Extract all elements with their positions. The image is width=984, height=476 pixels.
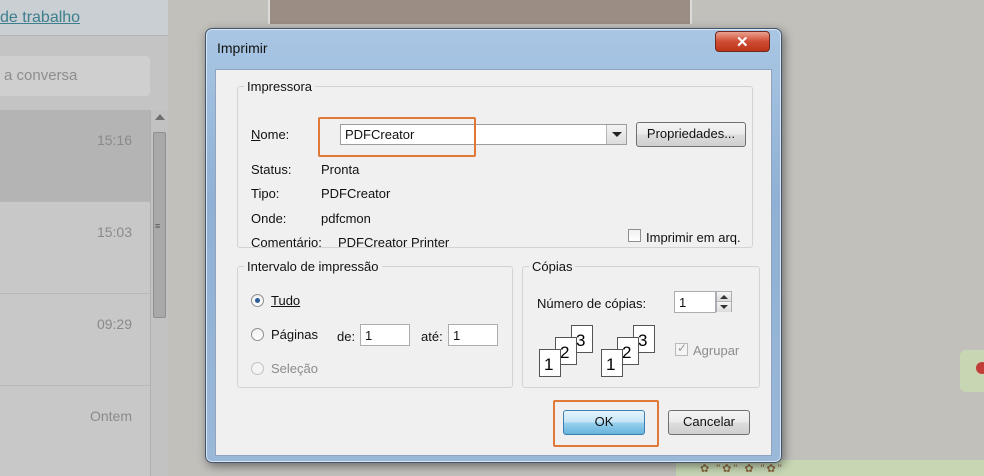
- spinner-up-button[interactable]: [717, 292, 731, 302]
- print-dialog: Imprimir ✕ Impressora Nome: PDFCreator P…: [205, 28, 782, 463]
- spinner-down-button[interactable]: [717, 302, 731, 312]
- collate-page-number: 2: [560, 343, 570, 362]
- printer-group-legend: Impressora: [244, 79, 316, 94]
- printer-dropdown-button[interactable]: [606, 125, 626, 144]
- range-from-input[interactable]: 1: [360, 324, 410, 346]
- grip-icon: ≡: [155, 221, 161, 231]
- range-all-label[interactable]: Tudo: [271, 293, 300, 308]
- collate-page-number: 3: [638, 331, 648, 350]
- conversation-item[interactable]: 15:03: [0, 202, 150, 294]
- comment-label: Comentário:: [251, 235, 322, 250]
- conversation-time: 15:03: [96, 224, 132, 240]
- range-from-value: 1: [365, 328, 373, 343]
- print-range-legend: Intervalo de impressão: [244, 259, 382, 274]
- collate-page-number: 2: [622, 343, 632, 362]
- copies-legend: Cópias: [529, 259, 576, 274]
- type-value: PDFCreator: [321, 186, 391, 201]
- range-all-radio[interactable]: [251, 294, 264, 307]
- sidebar-header: de trabalho: [0, 0, 168, 36]
- chevron-down-icon: [720, 305, 728, 309]
- conversation-item[interactable]: 09:29: [0, 294, 150, 386]
- copies-count-input[interactable]: 1: [674, 291, 716, 313]
- range-selection-radio: [251, 362, 264, 375]
- range-to-input[interactable]: 1: [448, 324, 498, 346]
- printer-name-label-rest: ome:: [260, 127, 290, 142]
- collate-page-number: 3: [576, 331, 586, 350]
- chat-photo: [268, 0, 692, 24]
- range-to-label: até:: [421, 329, 443, 344]
- collate-illustration-icon: 3 2 1: [539, 325, 599, 381]
- copies-group: Cópias Número de cópias: 1 3 2 1 3 2 1 ✓: [522, 259, 760, 388]
- collate-illustration-icon: 3 2 1: [601, 325, 661, 381]
- copies-count-value: 1: [679, 295, 687, 310]
- ok-button[interactable]: OK: [563, 410, 645, 435]
- dialog-title: Imprimir: [217, 40, 268, 56]
- conversation-time: 15:16: [96, 132, 132, 148]
- cancel-button[interactable]: Cancelar: [668, 410, 750, 435]
- conversation-time: 09:29: [96, 316, 132, 332]
- printer-group: Impressora Nome: PDFCreator Propriedades…: [237, 79, 753, 250]
- close-button[interactable]: ✕: [715, 31, 770, 52]
- collate-label: Agrupar: [693, 343, 740, 358]
- checkmark-icon: ✓: [677, 341, 688, 355]
- search-placeholder: a conversa: [4, 67, 78, 84]
- type-label: Tipo:: [251, 186, 280, 201]
- collate-page-number: 1: [544, 355, 554, 374]
- printer-highlight-box: [318, 117, 476, 157]
- chevron-up-icon: [720, 295, 728, 299]
- chat-bubble: [960, 350, 984, 392]
- conversation-item[interactable]: Ontem: [0, 386, 150, 476]
- collate-checkbox: ✓: [675, 341, 688, 356]
- range-to-value: 1: [453, 328, 461, 343]
- collate-page-number: 1: [606, 355, 616, 374]
- printer-name-label: Nome:: [251, 127, 290, 142]
- conversation-search[interactable]: a conversa: [0, 56, 150, 96]
- status-value: Pronta: [321, 162, 360, 177]
- comment-value: PDFCreator Printer: [338, 235, 450, 250]
- copies-count-label: Número de cópias:: [537, 296, 647, 311]
- copies-spinner[interactable]: [716, 291, 732, 312]
- where-label: Onde:: [251, 211, 287, 226]
- collate-page: 1: [539, 349, 561, 377]
- scroll-up-icon[interactable]: [155, 114, 165, 120]
- radio-selected-dot: [255, 298, 260, 303]
- range-pages-label[interactable]: Páginas: [271, 327, 318, 342]
- collate-page: 1: [601, 349, 623, 377]
- conversation-scrollbar[interactable]: ≡: [150, 110, 168, 476]
- dialog-body: Impressora Nome: PDFCreator Propriedades…: [215, 69, 772, 456]
- chat-sidebar: de trabalho a conversa 15:16 15:03 09:29…: [0, 0, 168, 476]
- sidebar-link[interactable]: de trabalho: [0, 9, 80, 27]
- emoji-icon: ✿ "✿" ✿ "✿": [700, 463, 784, 475]
- print-range-group: Intervalo de impressão Tudo Páginas de: …: [237, 259, 513, 388]
- range-from-label: de:: [337, 329, 356, 344]
- range-pages-radio[interactable]: [251, 328, 264, 341]
- where-value: pdfcmon: [321, 211, 371, 226]
- conversation-item[interactable]: 15:16: [0, 110, 150, 202]
- properties-button[interactable]: Propriedades...: [636, 122, 746, 147]
- conversation-time: Ontem: [89, 408, 132, 424]
- close-icon: ✕: [736, 34, 749, 51]
- print-to-file-checkbox[interactable]: [628, 229, 641, 242]
- scrollbar-thumb[interactable]: ≡: [153, 132, 166, 318]
- range-selection-label: Seleção: [271, 361, 318, 376]
- conversation-list: 15:16 15:03 09:29 Ontem: [0, 110, 150, 476]
- emoji-icon: [976, 362, 984, 374]
- chevron-down-icon: [612, 132, 622, 137]
- status-label: Status:: [251, 162, 292, 177]
- print-to-file-label[interactable]: Imprimir em arq.: [646, 230, 741, 245]
